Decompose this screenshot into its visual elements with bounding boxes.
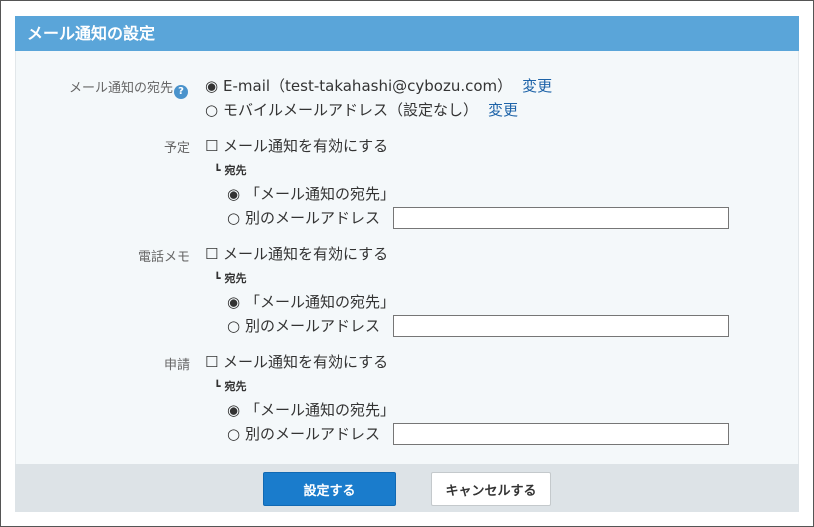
cancel-button[interactable]: キャンセルする [431,472,551,506]
phone-memo-other-option-row[interactable]: ○ 別のメールアドレス [227,316,380,336]
radio-checked-icon[interactable]: ◉ [227,400,245,420]
branch-icon: ┗ [214,272,221,285]
radio-checked-icon[interactable]: ◉ [227,292,245,312]
radio-unchecked-icon[interactable]: ○ [227,424,245,444]
section-label-workflow: 申請 [163,358,190,373]
phone-memo-other-option-label: 別のメールアドレス [245,317,381,335]
checkbox-icon[interactable]: ☐ [205,136,223,156]
schedule-sub-label-row: ┗ 宛先 [214,162,246,178]
schedule-other-option-label: 別のメールアドレス [245,209,381,227]
phone-memo-default-option-row[interactable]: ◉ 「メール通知の宛先」 [227,292,395,312]
phone-memo-other-email-input[interactable] [393,315,729,337]
schedule-sub-label: 宛先 [224,164,247,177]
branch-icon: ┗ [214,380,221,393]
email-option-label: E-mail（test-takahashi@cybozu.com） [223,77,513,95]
email-option-row[interactable]: ◉ E-mail（test-takahashi@cybozu.com） 変更 [205,76,552,96]
radio-unchecked-icon[interactable]: ○ [227,316,245,336]
branch-icon: ┗ [214,164,221,177]
page-title: メール通知の設定 [15,16,799,51]
workflow-enable-row[interactable]: ☐ メール通知を有効にする [205,352,388,372]
section-label-phone-memo: 電話メモ [137,250,190,265]
workflow-sub-label: 宛先 [224,380,247,393]
schedule-other-email-input[interactable] [393,207,729,229]
workflow-other-option-row[interactable]: ○ 別のメールアドレス [227,424,380,444]
phone-memo-sub-label-row: ┗ 宛先 [214,270,246,286]
mobile-option-label: モバイルメールアドレス（設定なし） [223,101,479,119]
radio-unchecked-icon[interactable]: ○ [227,208,245,228]
phone-memo-enable-row[interactable]: ☐ メール通知を有効にする [205,244,388,264]
checkbox-icon[interactable]: ☐ [205,244,223,264]
schedule-other-option-row[interactable]: ○ 別のメールアドレス [227,208,380,228]
workflow-other-option-label: 別のメールアドレス [245,425,381,443]
schedule-enable-row[interactable]: ☐ メール通知を有効にする [205,136,388,156]
section-label-schedule: 予定 [163,141,190,156]
schedule-default-option-row[interactable]: ◉ 「メール通知の宛先」 [227,184,395,204]
schedule-enable-label: メール通知を有効にする [223,137,389,155]
workflow-enable-label: メール通知を有効にする [223,353,389,371]
radio-unchecked-icon[interactable]: ○ [205,100,223,120]
mobile-change-link[interactable]: 変更 [488,101,518,119]
submit-button[interactable]: 設定する [263,472,396,506]
footer-bar [15,464,799,512]
help-icon[interactable]: ? [174,85,188,99]
radio-checked-icon[interactable]: ◉ [205,76,223,96]
phone-memo-enable-label: メール通知を有効にする [223,245,389,263]
workflow-other-email-input[interactable] [393,423,729,445]
mobile-option-row[interactable]: ○ モバイルメールアドレス（設定なし） 変更 [205,100,518,120]
destination-label: メール通知の宛先 [68,81,173,96]
workflow-sub-label-row: ┗ 宛先 [214,378,246,394]
schedule-default-option-label: 「メール通知の宛先」 [245,185,396,203]
workflow-default-option-row[interactable]: ◉ 「メール通知の宛先」 [227,400,395,420]
workflow-default-option-label: 「メール通知の宛先」 [245,401,396,419]
phone-memo-default-option-label: 「メール通知の宛先」 [245,293,396,311]
radio-checked-icon[interactable]: ◉ [227,184,245,204]
email-change-link[interactable]: 変更 [522,77,552,95]
destination-label-row: メール通知の宛先? [40,77,188,99]
checkbox-icon[interactable]: ☐ [205,352,223,372]
phone-memo-sub-label: 宛先 [224,272,247,285]
